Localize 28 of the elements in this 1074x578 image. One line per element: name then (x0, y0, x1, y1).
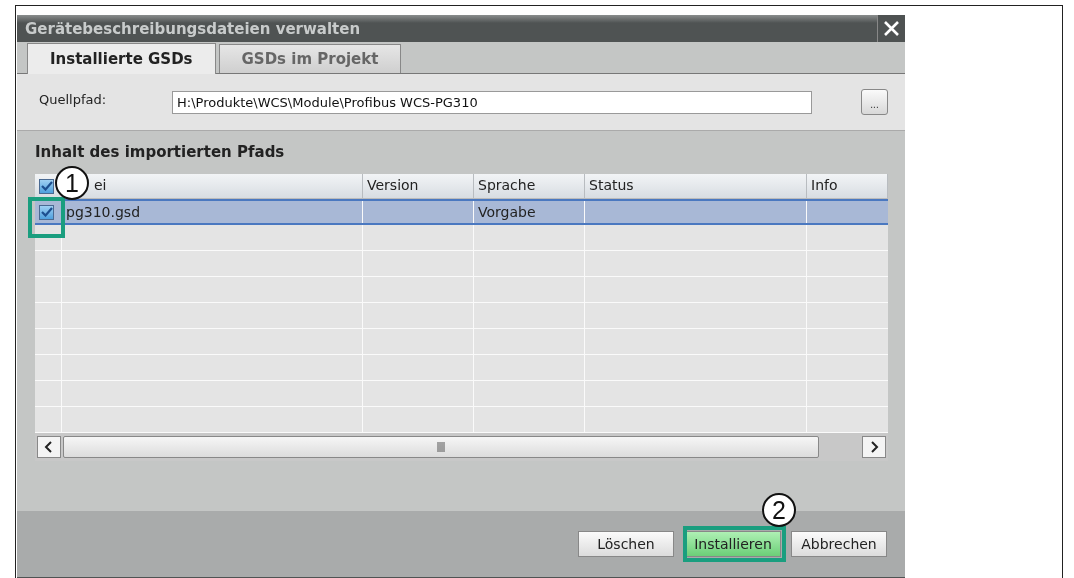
grip-icon[interactable] (437, 442, 445, 452)
field-label: Quellpfad: (39, 91, 108, 107)
section-title: Inhalt des importierten Pfads (35, 142, 286, 163)
table-row[interactable]: pg310.gsd Vorgabe (35, 199, 888, 225)
table-cell: Vorgabe (474, 201, 585, 223)
column-header[interactable]: ei (94, 177, 107, 193)
scroll-right-button[interactable] (862, 436, 886, 458)
tab[interactable]: Installierte GSDs (27, 43, 216, 74)
column-header[interactable]: Status (589, 177, 634, 193)
checkbox[interactable] (39, 204, 54, 220)
browse-button[interactable]: ... (861, 89, 888, 115)
callout-number: 2 (762, 493, 796, 527)
path-field[interactable]: H:\Produkte\WCS\Module\Profibus WCS-PG310 (172, 90, 812, 114)
window-title: Gerätebeschreibungsdateien verwalten (24, 19, 361, 38)
callout-number: 1 (55, 166, 89, 200)
table-cell: pg310.gsd (62, 201, 363, 223)
column-header[interactable]: Sprache (478, 177, 536, 193)
scrollbar-thumb[interactable] (63, 436, 819, 458)
highlight-frame (28, 197, 65, 238)
close-icon[interactable] (877, 15, 905, 42)
column-header[interactable]: Info (811, 177, 838, 193)
tab[interactable]: GSDs im Projekt (218, 44, 402, 73)
dialog-button[interactable]: Abbrechen (791, 531, 887, 557)
checkbox[interactable] (39, 178, 54, 194)
scroll-left-button[interactable] (37, 436, 61, 458)
column-header[interactable]: Version (367, 177, 419, 193)
dialog-button[interactable]: Installieren (685, 531, 781, 557)
dialog-button[interactable]: Löschen (578, 531, 674, 557)
